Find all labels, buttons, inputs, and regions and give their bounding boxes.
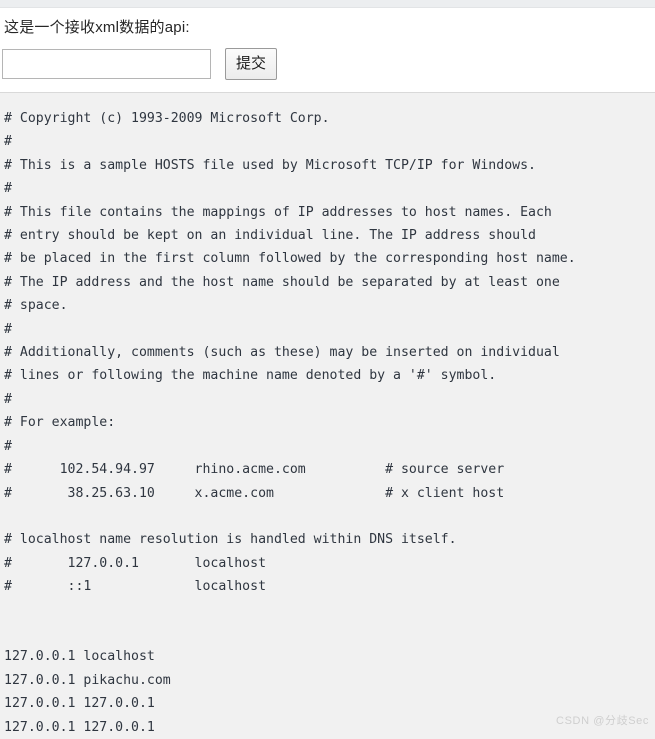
submit-button[interactable]: 提交 xyxy=(225,48,278,80)
browser-top-strip xyxy=(0,0,655,8)
xml-data-input[interactable] xyxy=(2,49,211,79)
hosts-file-output: # Copyright (c) 1993-2009 Microsoft Corp… xyxy=(4,111,576,735)
page-title: 这是一个接收xml数据的api: xyxy=(4,19,190,36)
xml-api-form-panel: 这是一个接收xml数据的api: 提交 xyxy=(0,8,655,93)
csdn-watermark: CSDN @分歧Sec xyxy=(556,715,649,727)
xml-submit-form: 提交 xyxy=(0,38,655,80)
